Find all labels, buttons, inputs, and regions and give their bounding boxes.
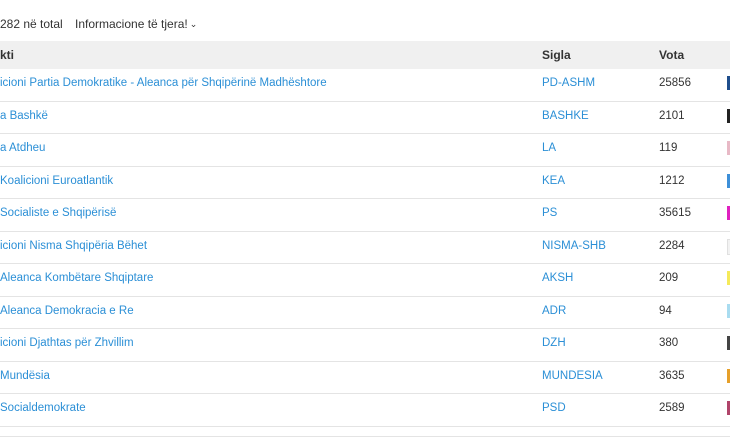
party-votes: 25856 bbox=[659, 77, 691, 89]
results-table: kti Sigla Vota icioni Partia Demokratike… bbox=[0, 41, 730, 427]
header-abbr: Sigla bbox=[542, 48, 571, 62]
party-name-link[interactable]: Socialdemokrate bbox=[0, 402, 86, 414]
party-votes: 380 bbox=[659, 337, 679, 349]
table-row: Mundësia MUNDESIA 3635 bbox=[0, 362, 730, 394]
table-row: Socialdemokrate PSD 2589 bbox=[0, 394, 730, 427]
party-abbr-link[interactable]: PS bbox=[542, 207, 557, 219]
table-row: icioni Partia Demokratike - Aleanca për … bbox=[0, 69, 730, 102]
party-votes: 1212 bbox=[659, 174, 685, 187]
party-votes: 119 bbox=[659, 142, 678, 154]
party-name-link[interactable]: icioni Djathtas për Zhvillim bbox=[0, 337, 134, 349]
party-abbr-link[interactable]: LA bbox=[542, 142, 556, 154]
table-bottom-border bbox=[0, 436, 730, 437]
party-abbr-link[interactable]: BASHKE bbox=[542, 110, 589, 122]
table-header: kti Sigla Vota bbox=[0, 41, 730, 69]
table-row: Aleanca Demokracia e Re ADR 94 bbox=[0, 297, 730, 329]
party-abbr-link[interactable]: MUNDESIA bbox=[542, 370, 603, 382]
party-abbr-link[interactable]: PSD bbox=[542, 402, 566, 414]
table-row: Socialiste e Shqipërisë PS 35615 bbox=[0, 199, 730, 232]
table-row: a Bashkë BASHKE 2101 bbox=[0, 102, 730, 134]
party-name-link[interactable]: Aleanca Demokracia e Re bbox=[0, 305, 134, 317]
party-name-link[interactable]: Aleanca Kombëtare Shqiptare bbox=[0, 272, 153, 284]
table-row: Aleanca Kombëtare Shqiptare AKSH 209 bbox=[0, 264, 730, 297]
party-name-link[interactable]: a Bashkë bbox=[0, 110, 48, 122]
more-info-label: Informacione të tjera! bbox=[75, 17, 188, 31]
more-info-dropdown[interactable]: Informacione të tjera! ⌄ bbox=[75, 17, 197, 31]
party-votes: 3635 bbox=[659, 369, 685, 382]
party-abbr-link[interactable]: ADR bbox=[542, 305, 566, 317]
party-votes: 2284 bbox=[659, 239, 685, 252]
party-abbr-link[interactable]: KEA bbox=[542, 175, 565, 187]
party-votes: 2589 bbox=[659, 402, 685, 414]
party-votes: 94 bbox=[659, 304, 672, 317]
party-abbr-link[interactable]: PD-ASHM bbox=[542, 77, 595, 89]
party-abbr-link[interactable]: NISMA-SHB bbox=[542, 240, 606, 252]
party-votes: 2101 bbox=[659, 109, 685, 122]
party-name-link[interactable]: a Atdheu bbox=[0, 142, 45, 154]
table-body: icioni Partia Demokratike - Aleanca për … bbox=[0, 69, 730, 427]
table-row: Koalicioni Euroatlantik KEA 1212 bbox=[0, 167, 730, 199]
chevron-down-icon: ⌄ bbox=[189, 19, 198, 29]
header-votes: Vota bbox=[659, 48, 685, 62]
total-count: 282 në total bbox=[0, 17, 63, 31]
party-name-link[interactable]: Socialiste e Shqipërisë bbox=[0, 207, 116, 219]
party-name-link[interactable]: icioni Nisma Shqipëria Bëhet bbox=[0, 240, 147, 252]
party-name-link[interactable]: Koalicioni Euroatlantik bbox=[0, 175, 113, 187]
header-party: kti bbox=[0, 48, 15, 62]
table-row: icioni Djathtas për Zhvillim DZH 380 bbox=[0, 329, 730, 362]
table-row: a Atdheu LA 119 bbox=[0, 134, 730, 167]
party-votes: 35615 bbox=[659, 207, 691, 219]
party-abbr-link[interactable]: AKSH bbox=[542, 272, 573, 284]
table-row: icioni Nisma Shqipëria Bëhet NISMA-SHB 228… bbox=[0, 232, 730, 264]
party-name-link[interactable]: icioni Partia Demokratike - Aleanca për … bbox=[0, 77, 327, 89]
party-abbr-link[interactable]: DZH bbox=[542, 337, 566, 349]
party-votes: 209 bbox=[659, 272, 679, 284]
party-name-link[interactable]: Mundësia bbox=[0, 370, 50, 382]
